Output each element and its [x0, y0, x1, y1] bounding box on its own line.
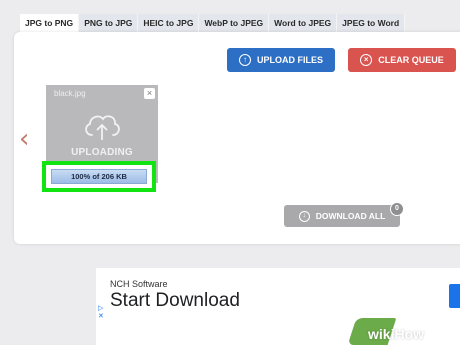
tab-png-to-jpg[interactable]: PNG to JPG: [79, 14, 139, 32]
wikihow-watermark: wikiHow: [368, 326, 425, 342]
download-count-badge: 0: [390, 202, 404, 216]
tab-jpeg-to-word[interactable]: JPEG to Word: [337, 14, 406, 32]
scroll-left-arrow-icon[interactable]: ‹: [19, 126, 29, 152]
progress-text: 100% of 206 KB: [71, 172, 127, 181]
tab-webp-to-jpeg[interactable]: WebP to JPEG: [199, 14, 270, 32]
ad-choices-icon[interactable]: ▷ ✕: [98, 305, 104, 321]
download-all-label: DOWNLOAD ALL: [315, 211, 386, 221]
download-icon: ↓: [298, 210, 310, 222]
tab-bar: JPG to PNG PNG to JPG HEIC to JPG WebP t…: [20, 14, 406, 32]
clear-queue-label: CLEAR QUEUE: [378, 55, 444, 65]
progress-highlight: 100% of 206 KB: [42, 161, 156, 192]
remove-file-icon[interactable]: ×: [144, 88, 155, 99]
tab-jpg-to-png[interactable]: JPG to PNG: [20, 14, 80, 32]
tab-heic-to-jpg[interactable]: HEIC to JPG: [138, 14, 200, 32]
cloud-upload-icon: [85, 115, 120, 140]
x-circle-icon: ×: [360, 54, 373, 66]
download-all-button[interactable]: ↓ DOWNLOAD ALL: [284, 205, 400, 227]
clear-queue-button[interactable]: × CLEAR QUEUE: [348, 48, 456, 72]
arrow-up-circle-icon: ↑: [238, 54, 251, 66]
ad-cta-button[interactable]: [449, 284, 460, 308]
tab-word-to-jpeg[interactable]: Word to JPEG: [269, 14, 338, 32]
ad-advertiser: NCH Software: [110, 279, 168, 289]
upload-status: UPLOADING: [71, 147, 133, 158]
upload-files-label: UPLOAD FILES: [256, 55, 323, 65]
ad-headline[interactable]: Start Download: [110, 290, 240, 312]
upload-progress-bar: 100% of 206 KB: [51, 169, 147, 184]
upload-files-button[interactable]: ↑ UPLOAD FILES: [227, 48, 335, 72]
file-name: black.jpg: [54, 89, 86, 98]
